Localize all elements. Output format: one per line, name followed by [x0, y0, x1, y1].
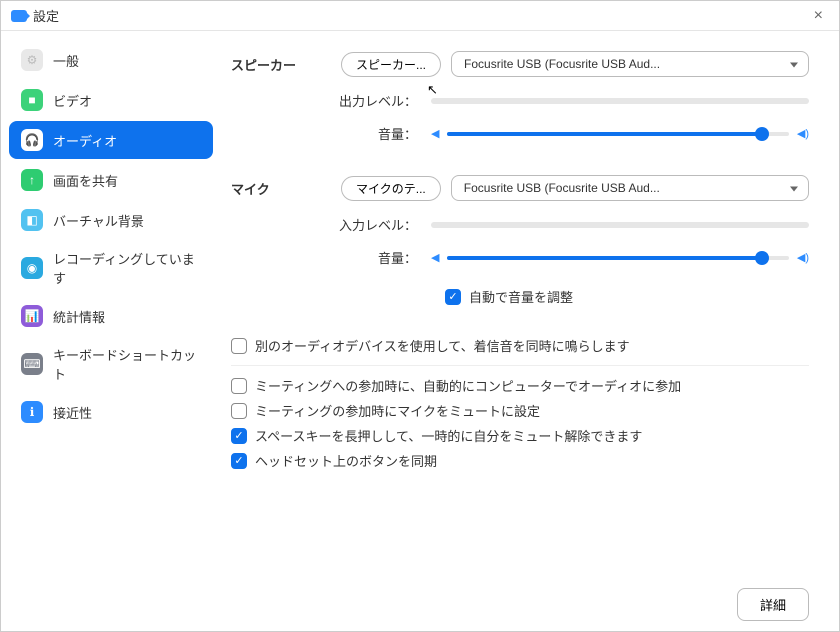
output-level-label: 出力レベル： [231, 91, 431, 110]
headphones-icon: 🎧 [21, 129, 43, 151]
close-icon[interactable]: × [808, 5, 829, 27]
sidebar-item-stats[interactable]: 📊 統計情報 [9, 297, 213, 335]
mic-label: マイク [231, 179, 341, 198]
info-icon: ℹ [21, 401, 43, 423]
sidebar-item-audio[interactable]: 🎧 オーディオ [9, 121, 213, 159]
volume-high-icon: ◀) [797, 251, 809, 264]
ring-separate-checkbox[interactable] [231, 338, 247, 354]
volume-high-icon: ◀) [797, 127, 809, 140]
sidebar-item-shortcuts[interactable]: ⌨ キーボードショートカット [9, 337, 213, 391]
keyboard-icon: ⌨ [21, 353, 43, 375]
sidebar-item-label: 一般 [53, 51, 79, 70]
divider [231, 365, 809, 366]
sidebar-item-virtual-bg[interactable]: ◧ バーチャル背景 [9, 201, 213, 239]
speaker-volume-label: 音量： [231, 124, 431, 143]
volume-low-icon: ◀ [431, 251, 439, 264]
speaker-device-value: Focusrite USB (Focusrite USB Aud... [464, 57, 660, 71]
speaker-device-dropdown[interactable]: Focusrite USB (Focusrite USB Aud... [451, 51, 809, 77]
background-icon: ◧ [21, 209, 43, 231]
settings-window: 設定 × ⚙ 一般 ■ ビデオ 🎧 オーディオ ↑ 画面を共有 ◧ バ [0, 0, 840, 632]
sync-headset-label: ヘッドセット上のボタンを同期 [255, 451, 437, 470]
auto-join-audio-label: ミーティングへの参加時に、自動的にコンピューターでオーディオに参加 [255, 376, 681, 395]
video-icon: ■ [21, 89, 43, 111]
sidebar-item-label: レコーディングしています [53, 249, 201, 287]
sync-headset-checkbox[interactable]: ✓ [231, 453, 247, 469]
sidebar-item-label: バーチャル背景 [53, 211, 144, 230]
sidebar-item-label: 接近性 [53, 403, 92, 422]
titlebar: 設定 × [1, 1, 839, 31]
sidebar-item-label: 画面を共有 [53, 171, 118, 190]
volume-low-icon: ◀ [431, 127, 439, 140]
cursor-icon: ↖ [427, 82, 438, 98]
auto-adjust-checkbox[interactable]: ✓ [445, 289, 461, 305]
test-mic-button[interactable]: マイクのテ... [341, 176, 441, 201]
main-panel: スピーカー スピーカー... Focusrite USB (Focusrite … [221, 31, 839, 631]
push-to-talk-label: スペースキーを長押しして、一時的に自分をミュート解除できます [255, 426, 642, 445]
sidebar-item-label: 統計情報 [53, 307, 105, 326]
sidebar-item-share-screen[interactable]: ↑ 画面を共有 [9, 161, 213, 199]
app-icon [11, 10, 27, 22]
sidebar-item-label: キーボードショートカット [53, 345, 201, 383]
window-title: 設定 [33, 6, 59, 25]
details-button[interactable]: 詳細 [737, 588, 809, 621]
ring-separate-label: 別のオーディオデバイスを使用して、着信音を同時に鳴らします [255, 336, 630, 355]
sidebar-item-recording[interactable]: ◉ レコーディングしています [9, 241, 213, 295]
mic-device-dropdown[interactable]: Focusrite USB (Focusrite USB Aud... [451, 175, 809, 201]
auto-join-audio-checkbox[interactable] [231, 378, 247, 394]
sidebar-item-general[interactable]: ⚙ 一般 [9, 41, 213, 79]
push-to-talk-checkbox[interactable]: ✓ [231, 428, 247, 444]
mic-volume-slider[interactable] [447, 256, 788, 260]
sidebar-item-accessibility[interactable]: ℹ 接近性 [9, 393, 213, 431]
record-icon: ◉ [21, 257, 43, 279]
speaker-volume-slider[interactable] [447, 132, 788, 136]
share-icon: ↑ [21, 169, 43, 191]
stats-icon: 📊 [21, 305, 43, 327]
test-speaker-button[interactable]: スピーカー... [341, 52, 441, 77]
sidebar: ⚙ 一般 ■ ビデオ 🎧 オーディオ ↑ 画面を共有 ◧ バーチャル背景 ◉ レ… [1, 31, 221, 631]
mic-volume-label: 音量： [231, 248, 431, 267]
mic-device-value: Focusrite USB (Focusrite USB Aud... [464, 181, 660, 195]
sidebar-item-video[interactable]: ■ ビデオ [9, 81, 213, 119]
mic-input-level [431, 222, 809, 228]
mute-on-join-label: ミーティングの参加時にマイクをミュートに設定 [255, 401, 540, 420]
mute-on-join-checkbox[interactable] [231, 403, 247, 419]
sidebar-item-label: オーディオ [53, 131, 117, 150]
input-level-label: 入力レベル： [231, 215, 431, 234]
sidebar-item-label: ビデオ [53, 91, 92, 110]
auto-adjust-label: 自動で音量を調整 [469, 287, 573, 306]
speaker-output-level [431, 98, 809, 104]
speaker-label: スピーカー [231, 55, 341, 74]
gear-icon: ⚙ [21, 49, 43, 71]
